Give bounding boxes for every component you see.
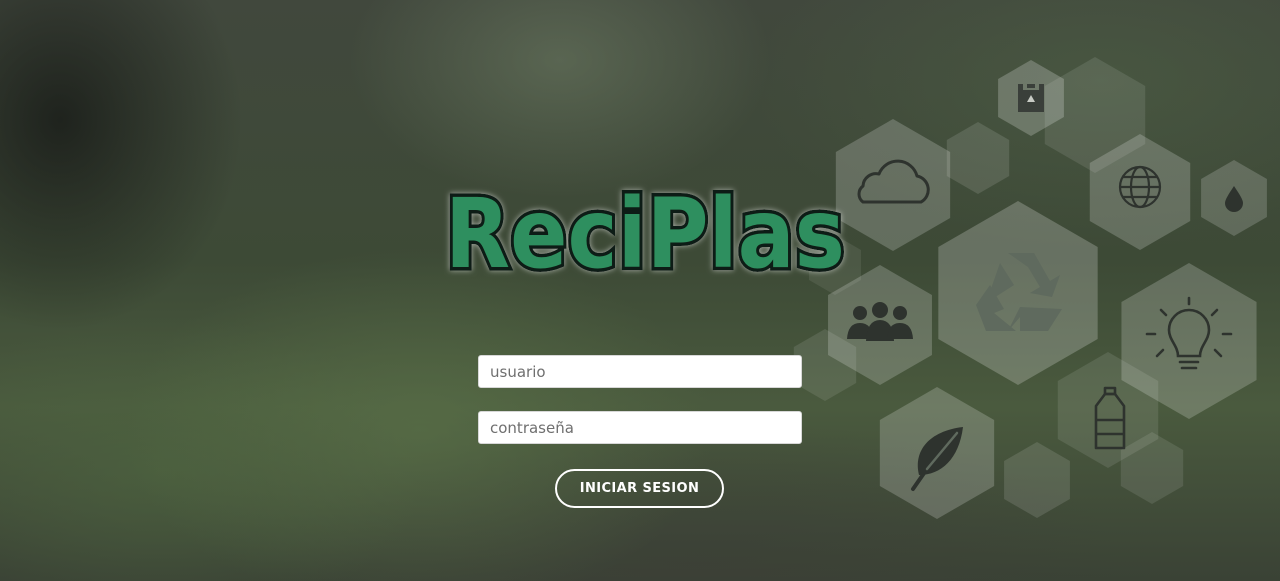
hex-tile [938,201,1098,385]
logo-text: ReciPlas [445,178,845,290]
password-input[interactable] [478,411,802,444]
login-button[interactable]: INICIAR SESION [555,469,724,508]
reciplas-logo: ReciPlas [442,175,849,291]
hex-tile [946,122,1010,194]
hex-tile [1004,442,1070,518]
username-input[interactable] [478,355,802,388]
